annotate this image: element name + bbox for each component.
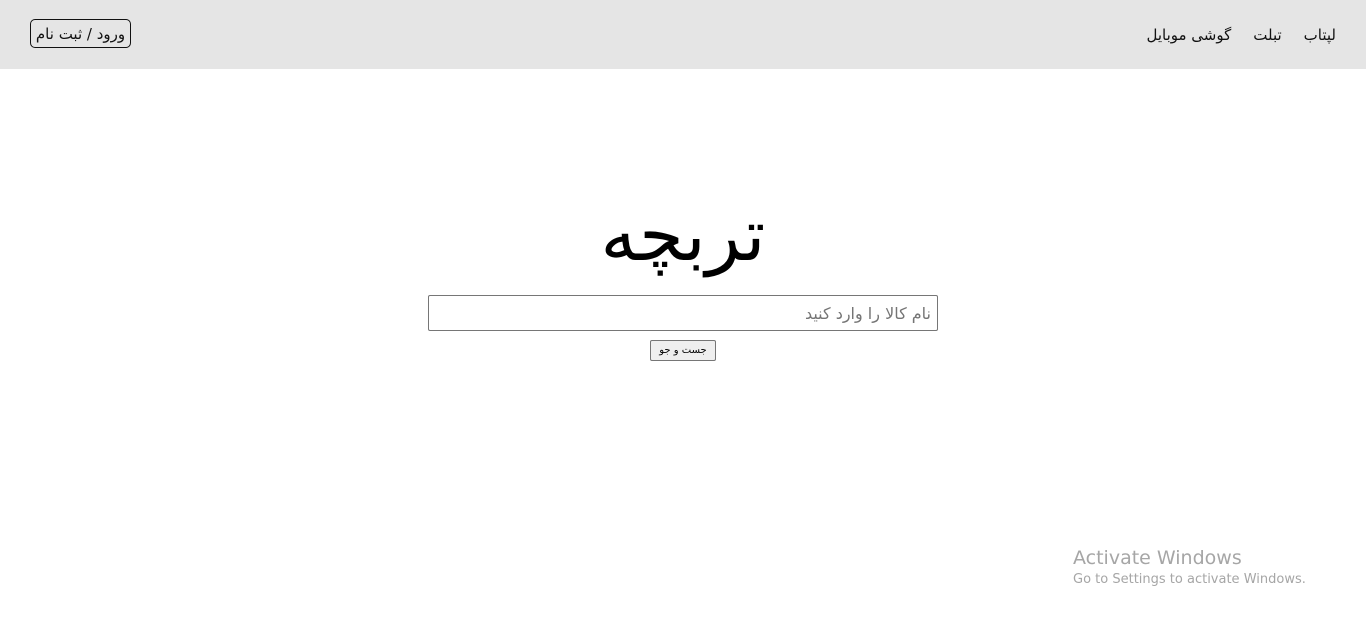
login-register-button[interactable]: ورود / ثبت نام bbox=[30, 19, 131, 48]
search-input[interactable] bbox=[428, 295, 938, 331]
top-navigation-bar: ورود / ثبت نام گوشی موبایل تبلت لپتاب bbox=[0, 0, 1366, 69]
nav-item-mobile-phones[interactable]: گوشی موبایل bbox=[1146, 26, 1231, 44]
windows-activation-watermark: Activate Windows Go to Settings to activ… bbox=[1073, 546, 1306, 590]
search-button[interactable]: جست و جو bbox=[650, 340, 716, 361]
category-nav: گوشی موبایل تبلت لپتاب bbox=[1146, 22, 1336, 48]
watermark-title: Activate Windows bbox=[1073, 547, 1242, 569]
nav-item-tablets[interactable]: تبلت bbox=[1253, 26, 1281, 44]
nav-item-laptops[interactable]: لپتاب bbox=[1304, 26, 1336, 44]
watermark-subtitle: Go to Settings to activate Windows. bbox=[1073, 572, 1306, 587]
site-logo-title: تربچه bbox=[600, 193, 766, 277]
